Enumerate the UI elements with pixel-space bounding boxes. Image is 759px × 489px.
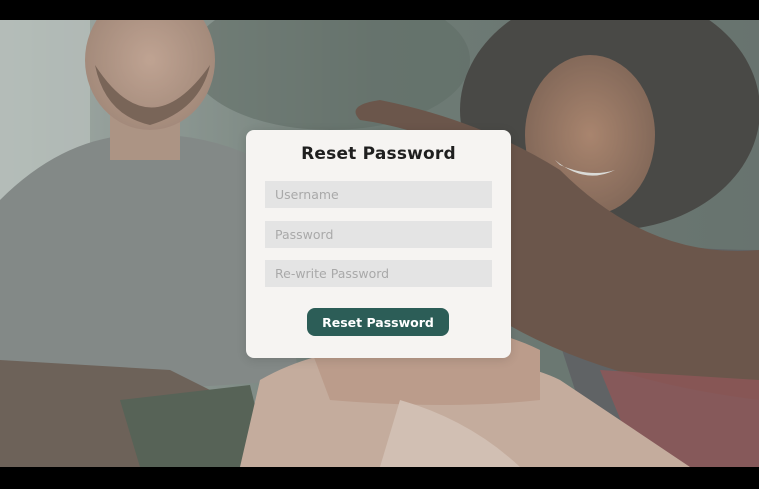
reset-password-button[interactable]: Reset Password — [307, 308, 449, 336]
password-input[interactable] — [265, 221, 492, 248]
top-letterbox-bar — [0, 0, 759, 20]
reset-password-card: Reset Password Reset Password — [246, 130, 511, 358]
rewrite-password-input[interactable] — [265, 260, 492, 287]
username-input[interactable] — [265, 181, 492, 208]
form-title: Reset Password — [301, 144, 456, 164]
bottom-letterbox-bar — [0, 467, 759, 489]
